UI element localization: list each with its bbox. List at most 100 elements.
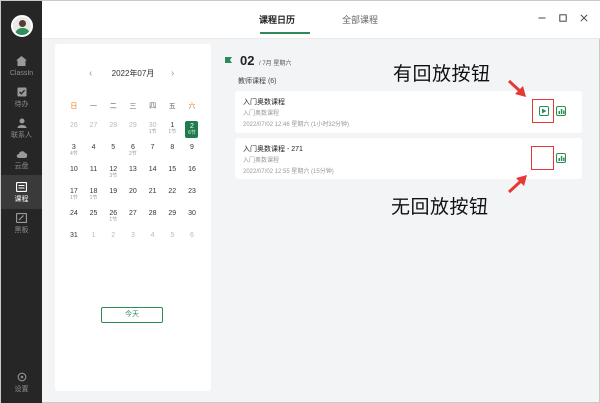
weekday-label: 三	[129, 103, 137, 110]
day-number: 27	[129, 210, 137, 217]
calendar-day[interactable]: 29	[123, 121, 143, 143]
statistics-button[interactable]	[556, 106, 566, 116]
calendar-day[interactable]: 28	[103, 121, 123, 143]
day-number: 6	[130, 144, 135, 151]
calendar-day[interactable]: 9	[182, 143, 202, 165]
sidebar-item-label: 课程	[14, 195, 29, 203]
calendar-day[interactable]: 6	[182, 231, 202, 253]
calendar-day[interactable]: 15	[162, 165, 182, 187]
calendar-day[interactable]: 18 1节	[84, 187, 104, 209]
avatar[interactable]	[11, 15, 33, 37]
calendar-day[interactable]: 30 1节	[143, 121, 163, 143]
calendar-day[interactable]: 29	[162, 209, 182, 231]
tab-all-courses[interactable]: 全部课程	[342, 13, 378, 26]
statistics-button[interactable]	[556, 153, 566, 163]
calendar-day[interactable]: 13	[123, 165, 143, 187]
calendar-week: 31 1 2 3 4 5 6	[64, 231, 202, 253]
weekday-header: 日 一 二 三 四 五 六	[64, 103, 202, 121]
sidebar-item-cloud[interactable]: 云盘	[1, 142, 42, 176]
sidebar-item-label: 云盘	[14, 162, 29, 170]
calendar-day[interactable]: 23	[182, 187, 202, 209]
weekday-label: 二	[109, 103, 117, 110]
replay-highlight-box	[532, 99, 554, 123]
lesson-count: 1节	[148, 129, 157, 135]
calendar-day[interactable]: 22	[162, 187, 182, 209]
calendar-day[interactable]: 31	[64, 231, 84, 253]
settings-button[interactable]: 设置	[1, 365, 42, 399]
calendar-day[interactable]: 1 1节	[162, 121, 182, 143]
day-number: 28	[148, 210, 157, 217]
day-number: 20	[129, 188, 137, 195]
day-number: 7	[150, 144, 155, 151]
day-number: 9	[190, 144, 194, 151]
calendar-day[interactable]: 27	[123, 209, 143, 231]
calendar-week: 17 1节 18 1节 19 20 21 22 23	[64, 187, 202, 209]
sidebar-item-classin[interactable]: ClassIn	[1, 49, 42, 83]
day-number: 31	[69, 232, 78, 239]
calendar-day[interactable]: 30	[182, 209, 202, 231]
calendar-day[interactable]: 28	[143, 209, 163, 231]
day-number: 30	[148, 122, 157, 129]
calendar-day[interactable]: 20	[123, 187, 143, 209]
sidebar-item-blackboard[interactable]: 黑板	[1, 206, 42, 240]
next-month-icon[interactable]: ›	[171, 67, 174, 81]
course-card[interactable]: 入门奥数课程 入门奥数课程 2022/07/02 12:46 星期六 (1小时3…	[235, 91, 582, 133]
calendar-day[interactable]: 7	[143, 143, 163, 165]
calendar-day[interactable]: 3 4节	[64, 143, 84, 165]
calendar-day[interactable]: 12 3节	[103, 165, 123, 187]
day-number: 22	[168, 188, 177, 195]
lesson-count: 1节	[109, 217, 118, 223]
calendar-day[interactable]: 2	[103, 231, 123, 253]
day-number: 2	[111, 232, 116, 239]
today-button[interactable]: 今天	[101, 307, 163, 323]
tab-course-calendar[interactable]: 课程日历	[259, 13, 295, 26]
blackboard-icon	[16, 213, 28, 224]
calendar-day[interactable]: 16	[182, 165, 202, 187]
course-subtitle: 入门奥数课程	[243, 158, 280, 164]
calendar-day[interactable]: 1	[84, 231, 104, 253]
calendar-day[interactable]: 6 2节	[123, 143, 143, 165]
app-window: ClassIn 待办 联系人 云盘 课程 黑板 设置 课程日历 全部课程 ‹ 2…	[0, 0, 600, 403]
calendar-day[interactable]: 27	[84, 121, 104, 143]
day-number: 26	[109, 210, 118, 217]
day-number: 18	[89, 188, 98, 195]
day-number: 29	[168, 210, 177, 217]
checkbox-icon	[16, 87, 28, 98]
day-number: 24	[69, 210, 78, 217]
contacts-icon	[16, 118, 28, 129]
sidebar-item-contacts[interactable]: 联系人	[1, 111, 42, 145]
calendar-day[interactable]: 24	[64, 209, 84, 231]
calendar-day[interactable]: 4	[143, 231, 163, 253]
calendar-day-selected[interactable]: 2 6节	[182, 121, 202, 143]
calendar-day[interactable]: 5	[162, 231, 182, 253]
calendar-week: 26 27 28 29 30 1节 1 1节 2 6节	[64, 121, 202, 143]
arrow-down-right-icon	[507, 79, 526, 97]
has-replay-annotation: 有回放按钮	[393, 64, 491, 85]
close-icon[interactable]	[579, 14, 589, 24]
day-number: 1	[91, 232, 96, 239]
calendar-day[interactable]: 11	[84, 165, 104, 187]
calendar-day[interactable]: 19	[103, 187, 123, 209]
day-number: 13	[129, 166, 137, 173]
calendar-day[interactable]: 26 1节	[103, 209, 123, 231]
weekday-label: 一	[90, 103, 98, 110]
selected-day-number: 02	[240, 53, 255, 68]
sidebar-item-todo[interactable]: 待办	[1, 80, 42, 114]
calendar-day[interactable]: 14	[143, 165, 163, 187]
flag-icon	[225, 57, 232, 63]
sidebar-item-course[interactable]: 课程	[1, 175, 42, 209]
calendar-week: 3 4节 4 5 6 2节 7 8 9	[64, 143, 202, 165]
day-number: 6	[190, 232, 194, 239]
minimize-icon[interactable]	[537, 14, 547, 24]
calendar-day[interactable]: 25	[84, 209, 104, 231]
weekday-label: 六	[188, 103, 196, 110]
calendar-day[interactable]: 17 1节	[64, 187, 84, 209]
calendar-day[interactable]: 26	[64, 121, 84, 143]
maximize-icon[interactable]	[558, 14, 568, 24]
calendar-day[interactable]: 10	[64, 165, 84, 187]
calendar-day[interactable]: 8	[162, 143, 182, 165]
calendar-day[interactable]: 3	[123, 231, 143, 253]
calendar-day[interactable]: 5	[103, 143, 123, 165]
calendar-day[interactable]: 21	[143, 187, 163, 209]
calendar-day[interactable]: 4	[84, 143, 104, 165]
